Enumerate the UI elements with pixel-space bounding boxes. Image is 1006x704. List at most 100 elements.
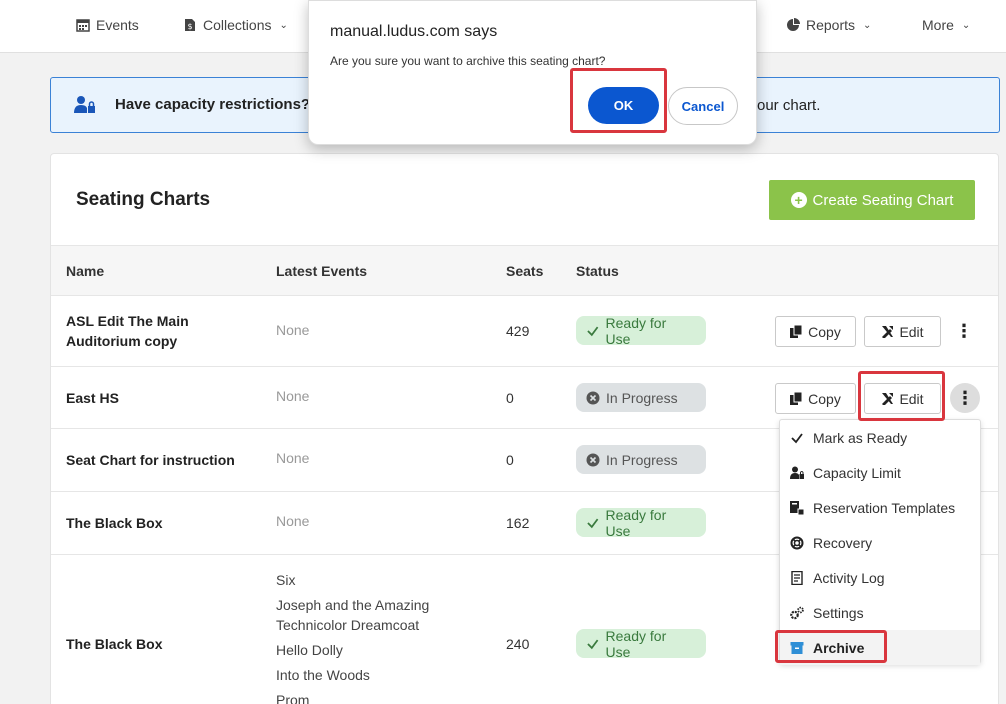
row-name: East HS [66,390,119,406]
row-latest-events: None [276,513,310,529]
table-row: ASL Edit The Main Auditorium copy None 4… [51,296,998,367]
dialog-title: manual.ludus.com says [330,23,498,40]
nav-reports-label: Reports [806,17,856,33]
row-seats: 0 [506,452,514,468]
status-label: Ready for Use [605,314,667,347]
status-label: Ready for Use [605,627,667,660]
row-name: ASL Edit The Main Auditorium copy [66,313,189,349]
menu-item-settings[interactable]: Settings [780,595,980,630]
user-lock-icon [74,96,95,113]
status-label: Ready for Use [605,506,667,539]
calendar-icon [76,19,90,32]
menu-item-label: Recovery [813,534,873,551]
chevron-down-icon: ⌄ [961,19,971,31]
create-seating-chart-button[interactable]: + Create Seating Chart [769,180,975,220]
menu-item-label: Activity Log [813,569,885,586]
user-lock-icon [790,466,804,479]
x-circle-icon [586,453,600,466]
status-badge: In Progress [576,445,706,474]
chevron-down-icon: ⌄ [279,19,288,31]
edit-tools-icon [882,393,894,405]
nav-collections[interactable]: $ Collections ⌄ [183,17,288,33]
copy-button[interactable]: Copy [775,316,856,347]
plus-circle-icon: + [790,192,807,208]
row-name: The Black Box [66,636,163,652]
status-badge: In Progress [576,383,706,412]
copy-button[interactable]: Copy [775,383,856,414]
more-actions-kebab[interactable]: ⋮ [949,316,979,346]
event-link[interactable]: Hello Dolly [276,640,451,660]
nav-more[interactable]: More ⌄ [922,17,970,33]
row-latest-events: Six Joseph and the Amazing Technicolor D… [276,570,451,704]
menu-item-archive[interactable]: Archive [780,630,980,665]
x-circle-icon [586,391,600,404]
copy-label: Copy [808,323,841,340]
check-icon [587,326,599,336]
document-icon [791,570,803,585]
row-latest-events: None [276,322,310,338]
event-link[interactable]: Joseph and the Amazing Technicolor Dream… [276,595,451,635]
copy-icon [790,325,803,338]
menu-item-label: Reservation Templates [813,499,956,516]
row-seats: 162 [506,515,530,531]
confirm-dialog: manual.ludus.com says Are you sure you w… [308,0,757,145]
row-seats: 0 [506,390,514,406]
event-link[interactable]: Into the Woods [276,665,451,685]
template-lock-icon [790,500,804,515]
menu-item-label: Settings [813,604,864,621]
column-header-seats: Seats [506,263,544,279]
chevron-down-icon: ⌄ [863,19,872,31]
status-badge: Ready for Use [576,314,706,347]
banner-tail-text: our chart. [757,97,821,114]
row-actions-menu: Mark as Ready Capacity Limit Reservation… [779,419,981,665]
edit-button[interactable]: Edit [864,383,941,414]
status-badge: Ready for Use [576,627,706,660]
status-badge: Ready for Use [576,506,706,539]
menu-item-label: Mark as Ready [813,429,908,446]
more-actions-kebab[interactable]: ⋮ [950,383,980,413]
create-seating-chart-label: Create Seating Chart [812,191,954,209]
menu-item-label: Capacity Limit [813,464,901,481]
check-icon [791,432,803,443]
copy-icon [790,392,803,405]
event-link[interactable]: Six [276,570,451,590]
menu-item-activity-log[interactable]: Activity Log [780,560,980,595]
menu-item-recovery[interactable]: Recovery [780,525,980,560]
edit-tools-icon [882,326,894,338]
nav-reports[interactable]: Reports ⌄ [786,17,871,33]
menu-item-label: Archive [813,639,865,656]
menu-item-mark-as-ready[interactable]: Mark as Ready [780,420,980,455]
edit-button[interactable]: Edit [864,316,941,347]
pie-chart-icon [787,18,800,31]
archive-box-icon [790,641,804,654]
row-seats: 240 [506,636,530,652]
column-header-name: Name [66,263,105,279]
nav-more-label: More [922,17,954,33]
cancel-button[interactable]: Cancel [668,87,738,125]
copy-label: Copy [808,390,841,407]
table-header: Name Latest Events Seats Status [51,245,998,296]
menu-item-capacity-limit[interactable]: Capacity Limit [780,455,980,490]
row-name: Seat Chart for instruction [66,452,235,468]
column-header-latest-events: Latest Events [276,263,368,279]
row-seats: 429 [506,323,530,339]
menu-item-reservation-templates[interactable]: Reservation Templates [780,490,980,525]
row-name: The Black Box [66,515,163,531]
ok-button[interactable]: OK [588,87,659,124]
row-latest-events: None [276,388,310,404]
event-link[interactable]: Prom [276,690,451,704]
row-latest-events: None [276,450,310,466]
nav-events-label: Events [96,17,139,33]
edit-label: Edit [899,323,924,340]
check-icon [587,518,599,528]
status-label: In Progress [606,451,678,468]
nav-events[interactable]: Events [76,17,139,33]
page-title: Seating Charts [76,189,211,210]
banner-text: Have capacity restrictions? [115,96,311,113]
edit-label: Edit [899,390,924,407]
svg-text:$: $ [187,22,192,31]
nav-collections-label: Collections [203,17,272,33]
money-doc-icon: $ [185,19,195,31]
status-label: In Progress [606,389,678,406]
dialog-message: Are you sure you want to archive this se… [330,54,606,68]
